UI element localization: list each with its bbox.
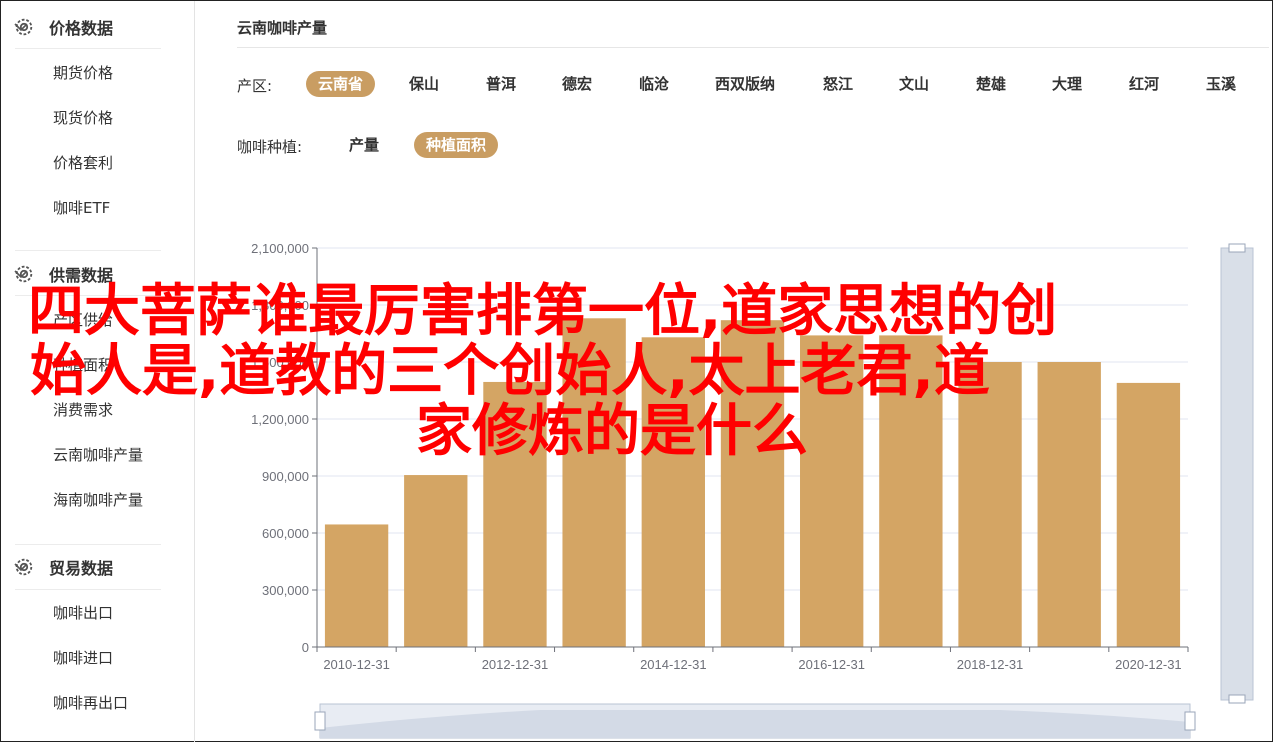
x-tick-label: 2018-12-31 <box>957 657 1024 672</box>
x-tick-label: 2014-12-31 <box>640 657 707 672</box>
overlay-line: 四大菩萨谁最厉害排第一位,道家思想的创 <box>28 279 1058 344</box>
overlay-line: 始人是,道教的三个创始人,太上老君,道 <box>30 339 990 404</box>
overlay-caption: 四大菩萨谁最厉害排第一位,道家思想的创 始人是,道教的三个创始人,太上老君,道 … <box>28 282 1228 462</box>
x-tick-label: 2012-12-31 <box>482 657 549 672</box>
overlay-line: 家修炼的是什么 <box>416 399 808 464</box>
y-tick-label: 0 <box>302 640 309 655</box>
x-tick-label: 2016-12-31 <box>798 657 865 672</box>
zoom-handle-right <box>1184 711 1196 731</box>
y-tick-label: 600,000 <box>262 526 309 541</box>
y-tick-label: 900,000 <box>262 469 309 484</box>
slider-handle-top <box>1228 243 1246 253</box>
x-tick-label: 2010-12-31 <box>323 657 390 672</box>
bar <box>404 475 468 647</box>
y-tick-label: 2,100,000 <box>251 241 309 256</box>
zoom-handle-left <box>314 711 326 731</box>
slider-handle-bottom <box>1228 694 1246 704</box>
x-tick-label: 2020-12-31 <box>1115 657 1182 672</box>
bar <box>324 524 389 647</box>
y-tick-label: 300,000 <box>262 583 309 598</box>
